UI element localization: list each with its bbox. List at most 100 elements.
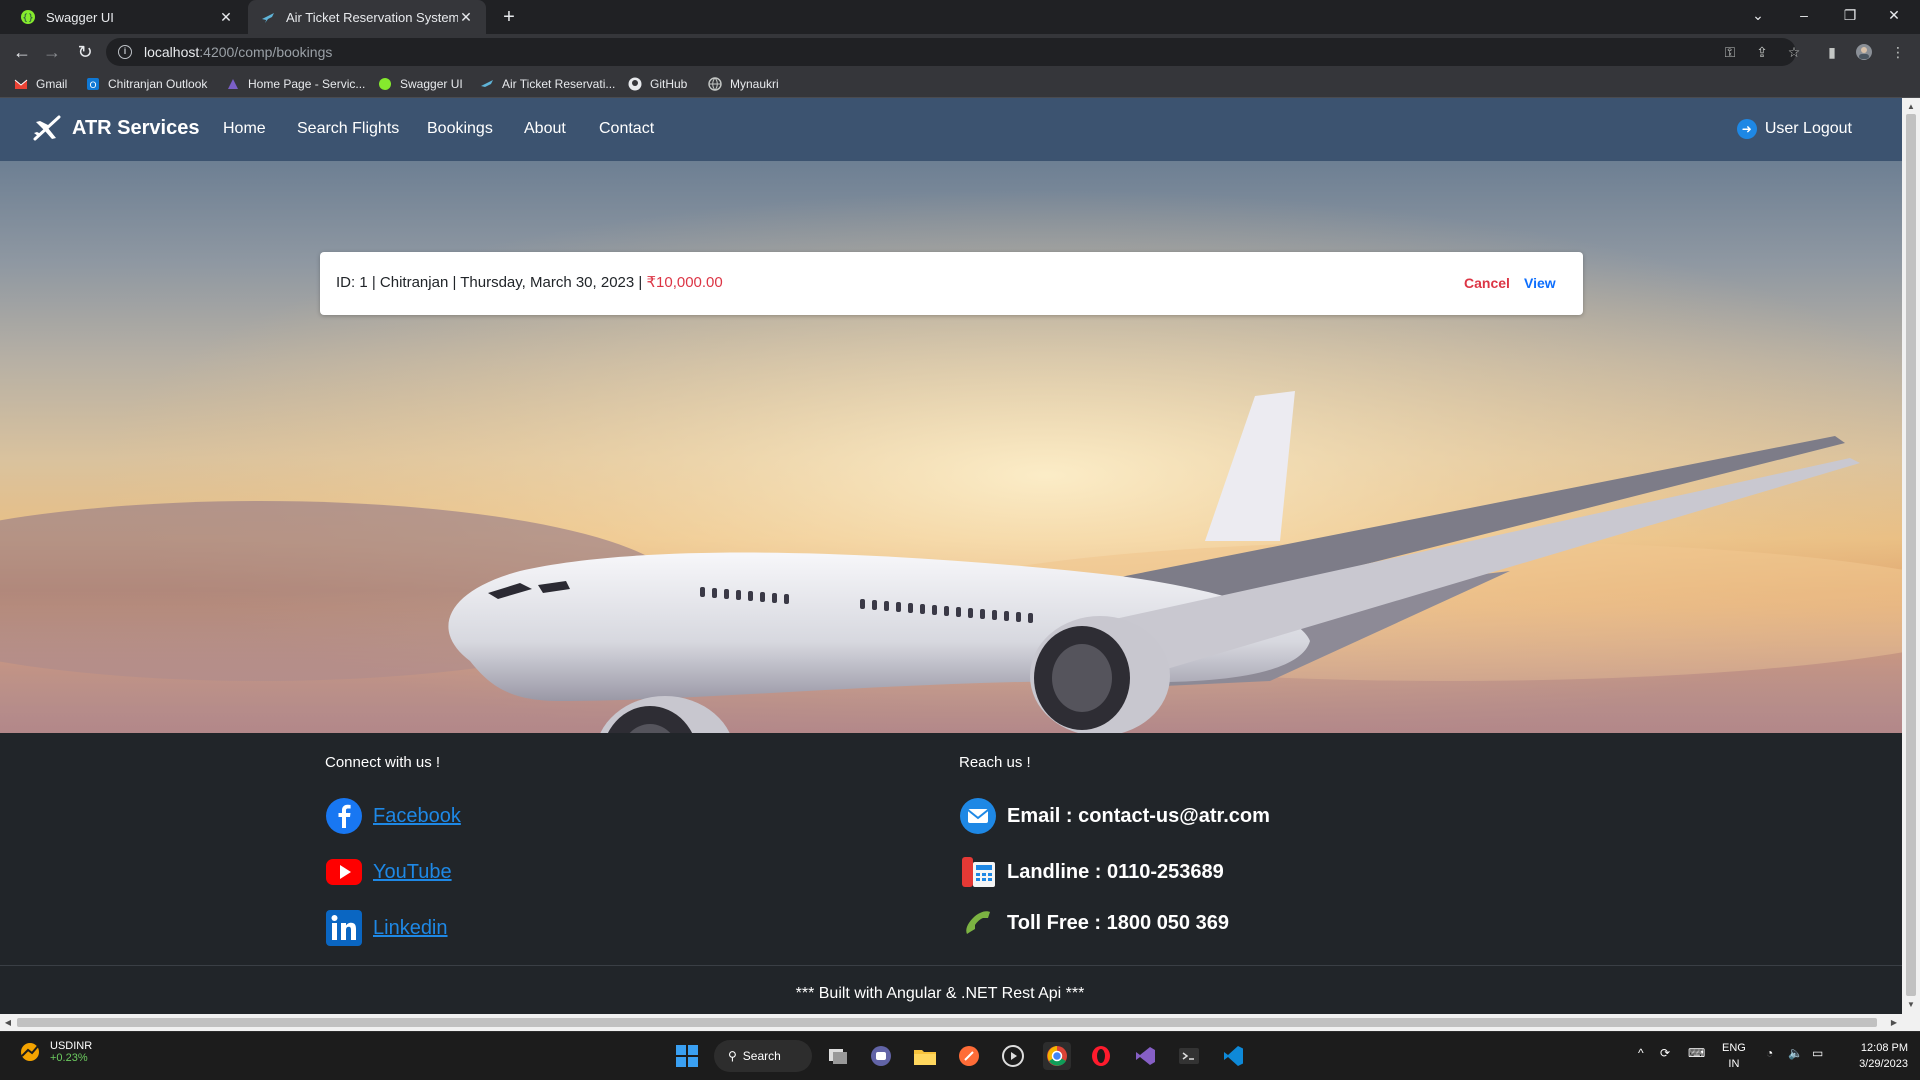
- chevron-down-icon[interactable]: ⌄: [1738, 4, 1778, 26]
- airplane-hero-image: [0, 161, 1902, 733]
- side-panel-icon[interactable]: ▮: [1822, 43, 1842, 61]
- sync-icon[interactable]: ⟳: [1660, 1046, 1670, 1060]
- nav-about[interactable]: About: [524, 120, 566, 138]
- lang-bottom: IN: [1728, 1058, 1740, 1070]
- scroll-down-arrow[interactable]: ▼: [1902, 998, 1920, 1012]
- facebook-link[interactable]: Facebook: [325, 797, 461, 835]
- visual-studio-icon[interactable]: [1131, 1042, 1159, 1070]
- horizontal-scrollbar[interactable]: ◀ ▶: [0, 1014, 1920, 1031]
- built-with-text: *** Built with Angular & .NET Rest Api *…: [795, 985, 1085, 1002]
- view-booking-button[interactable]: View: [1524, 275, 1556, 291]
- scrollbar-thumb[interactable]: [1906, 114, 1916, 996]
- taskbar-search[interactable]: ⚲ Search: [714, 1040, 812, 1072]
- forward-button[interactable]: →: [40, 41, 64, 63]
- booking-summary: ID: 1 | Chitranjan | Thursday, March 30,…: [336, 273, 723, 291]
- bookmark-gmail[interactable]: Gmail: [14, 75, 67, 93]
- youtube-icon: [325, 853, 363, 891]
- reload-button[interactable]: ↻: [73, 41, 97, 63]
- url-path: :4200/comp/bookings: [199, 44, 333, 60]
- terminal-icon[interactable]: [1175, 1042, 1203, 1070]
- scroll-left-arrow[interactable]: ◀: [0, 1014, 16, 1031]
- info-icon[interactable]: i: [118, 45, 132, 59]
- media-player-icon[interactable]: [999, 1042, 1027, 1070]
- booking-price: ₹10,000.00: [646, 274, 723, 291]
- linkedin-link[interactable]: Linkedin: [325, 909, 448, 947]
- bookmark-swagger[interactable]: Swagger UI: [378, 75, 463, 93]
- youtube-link[interactable]: YouTube: [325, 853, 452, 891]
- reach-heading: Reach us !: [959, 754, 1031, 771]
- bookmark-github[interactable]: GitHub: [628, 75, 687, 93]
- hero-banner: ID: 1 | Chitranjan | Thursday, March 30,…: [0, 161, 1902, 733]
- phone-icon: [959, 853, 997, 891]
- restore-button[interactable]: ❐: [1830, 4, 1870, 26]
- close-window-button[interactable]: ✕: [1874, 4, 1914, 26]
- star-icon[interactable]: ☆: [1784, 43, 1804, 61]
- chrome-icon[interactable]: [1043, 1042, 1071, 1070]
- key-icon[interactable]: ⚿: [1720, 43, 1740, 61]
- close-icon[interactable]: ✕: [218, 9, 234, 26]
- landline-text: Landline : 0110-253689: [1007, 860, 1224, 883]
- wifi-icon[interactable]: ◔: [1766, 1046, 1773, 1060]
- close-icon[interactable]: ✕: [458, 9, 474, 26]
- vertical-scrollbar[interactable]: ▲ ▼: [1902, 98, 1920, 1014]
- scrollbar-thumb[interactable]: [17, 1018, 1877, 1027]
- web-page: ATR Services Home Search Flights Booking…: [0, 98, 1902, 1014]
- svg-text:{}: {}: [22, 14, 33, 24]
- volume-icon[interactable]: 🔈: [1788, 1046, 1803, 1060]
- brand[interactable]: ATR Services: [32, 114, 199, 142]
- youtube-label[interactable]: YouTube: [373, 861, 452, 884]
- keyboard-icon[interactable]: ⌨: [1688, 1046, 1705, 1060]
- task-view-icon[interactable]: [824, 1042, 852, 1070]
- nav-search-flights[interactable]: Search Flights: [297, 120, 399, 138]
- nav-bookings[interactable]: Bookings: [427, 120, 493, 138]
- footer: Connect with us ! Reach us ! Facebook Yo…: [0, 733, 1902, 1014]
- url-host: localhost: [144, 44, 200, 60]
- bookmark-label: Air Ticket Reservati...: [502, 77, 616, 91]
- stock-ticker-widget[interactable]: USDINR +0.23%: [18, 1040, 92, 1064]
- tab-title: Air Ticket Reservation System: [286, 9, 458, 25]
- opera-icon[interactable]: [1087, 1042, 1115, 1070]
- bookmark-home-page[interactable]: Home Page - Servic...: [226, 75, 365, 93]
- bookmark-label: Gmail: [36, 77, 68, 91]
- logout-label: User Logout: [1764, 120, 1852, 137]
- booking-details: ID: 1 | Chitranjan | Thursday, March 30,…: [336, 274, 643, 291]
- bookmark-mynaukri[interactable]: Mynaukri: [708, 75, 779, 93]
- clock-date: 3/29/2023: [1859, 1058, 1908, 1070]
- bookmark-label: Mynaukri: [730, 77, 779, 91]
- file-explorer-icon[interactable]: [911, 1042, 939, 1070]
- scroll-right-arrow[interactable]: ▶: [1886, 1014, 1902, 1031]
- address-bar[interactable]: i localhost:4200/comp/bookings: [106, 38, 1796, 66]
- language-indicator[interactable]: ENG IN: [1722, 1040, 1746, 1072]
- linkedin-label[interactable]: Linkedin: [373, 917, 448, 940]
- tab-swagger-ui[interactable]: {} Swagger UI ✕: [8, 0, 246, 34]
- nav-home[interactable]: Home: [223, 120, 266, 138]
- bookmark-outlook[interactable]: O Chitranjan Outlook: [86, 75, 207, 93]
- avatar[interactable]: [1854, 43, 1874, 61]
- screen: {} Swagger UI ✕ Air Ticket Reservation S…: [0, 0, 1920, 1080]
- teams-chat-icon[interactable]: [867, 1042, 895, 1070]
- tab-air-ticket[interactable]: Air Ticket Reservation System ✕: [248, 0, 486, 34]
- logout-icon: ➜: [1736, 119, 1757, 139]
- bookmark-air-ticket[interactable]: Air Ticket Reservati...: [480, 75, 615, 93]
- windows-start-icon[interactable]: [673, 1042, 701, 1070]
- chevron-up-icon[interactable]: ^: [1638, 1046, 1644, 1060]
- user-logout-button[interactable]: ➜ User Logout: [1736, 119, 1852, 139]
- share-icon[interactable]: ⇪: [1752, 43, 1772, 61]
- new-tab-button[interactable]: +: [498, 6, 520, 28]
- navbar: ATR Services Home Search Flights Booking…: [0, 98, 1902, 161]
- airplane-icon: [480, 77, 494, 91]
- cancel-booking-button[interactable]: Cancel: [1464, 275, 1510, 291]
- browser-toolbar: ← → ↻ i localhost:4200/comp/bookings ⚿ ⇪…: [0, 34, 1920, 70]
- battery-icon[interactable]: ▭: [1812, 1046, 1823, 1060]
- ticker-symbol: USDINR: [50, 1040, 93, 1052]
- minimize-button[interactable]: –: [1784, 4, 1824, 26]
- postman-icon[interactable]: [955, 1042, 983, 1070]
- menu-icon[interactable]: ⋮: [1888, 43, 1908, 61]
- globe-icon: [708, 77, 722, 91]
- back-button[interactable]: ←: [10, 41, 34, 63]
- nav-contact[interactable]: Contact: [599, 120, 654, 138]
- scroll-up-arrow[interactable]: ▲: [1902, 100, 1920, 114]
- vscode-icon[interactable]: [1219, 1042, 1247, 1070]
- clock[interactable]: 12:08 PM 3/29/2023: [1859, 1040, 1908, 1072]
- facebook-label[interactable]: Facebook: [373, 805, 461, 828]
